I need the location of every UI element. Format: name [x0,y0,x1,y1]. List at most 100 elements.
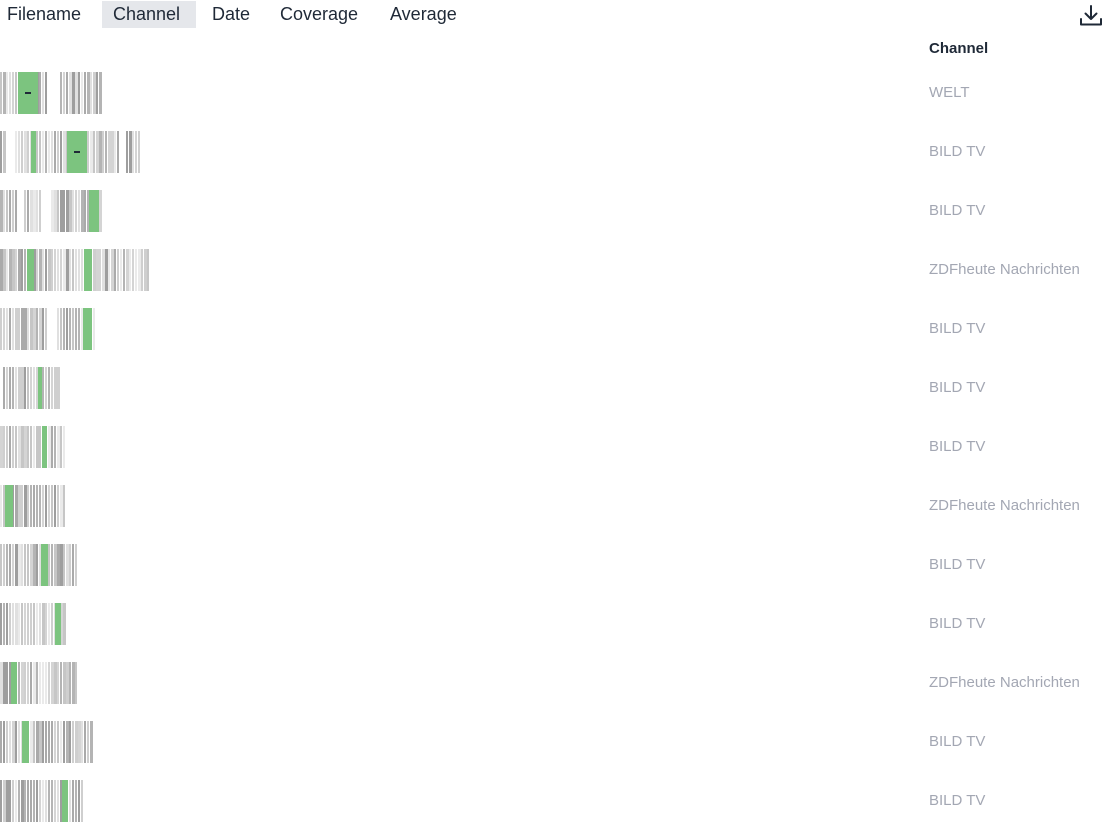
frame-stripe [0,485,2,527]
frame-stripe [111,131,114,173]
frame-stripe [129,249,131,291]
highlight-segment [31,131,36,173]
frame-stripe [90,721,93,763]
frame-stripe [75,249,77,291]
highlight-segment [5,485,13,527]
frame-stripe [78,190,80,232]
frame-stripe [24,426,27,468]
coverage-strip [0,662,77,704]
frame-stripe [39,780,41,822]
frame-stripe [21,426,24,468]
frame-stripe [9,367,11,409]
frame-stripe [15,426,17,468]
frame-stripe [48,780,50,822]
frame-stripe [15,308,18,350]
frame-stripe [75,308,77,350]
table-row[interactable]: BILD TV [0,426,1105,468]
frame-stripe [66,72,68,114]
frame-stripe [6,426,8,468]
frame-stripe [18,485,21,527]
frame-stripe [60,485,63,527]
frame-stripe [9,308,11,350]
frame-stripe [36,662,38,704]
frame-stripe [24,190,26,232]
frame-stripe [57,721,59,763]
tab-date[interactable]: Date [201,1,261,28]
frame-stripe [96,131,99,173]
table-row[interactable]: WELT [0,72,1105,114]
frame-stripe [15,485,18,527]
tab-channel[interactable]: Channel [102,1,196,28]
table-row[interactable]: BILD TV [0,190,1105,232]
frame-stripe [54,721,56,763]
frame-stripe [27,131,29,173]
frame-stripe [18,721,20,763]
frame-stripe [105,131,107,173]
frame-stripe [18,426,21,468]
frame-stripe [18,131,20,173]
frame-stripe [12,780,14,822]
frame-stripe [6,662,8,704]
tab-coverage[interactable]: Coverage [269,1,369,28]
table-row[interactable]: BILD TV [0,544,1105,586]
table-row[interactable]: ZDFheute Nachrichten [0,662,1105,704]
frame-stripe [99,249,101,291]
frame-stripe [12,190,14,232]
frame-stripe [18,544,21,586]
frame-stripe [39,485,41,527]
channel-cell: BILD TV [929,379,986,396]
frame-stripe [54,485,56,527]
coverage-strip [3,367,60,409]
frame-stripe [39,72,41,114]
table-row[interactable]: BILD TV [0,308,1105,350]
frame-stripe [12,367,14,409]
frame-stripe [21,662,24,704]
coverage-strip [0,190,102,232]
frame-stripe [12,603,14,645]
frame-stripe [81,249,83,291]
channel-column-header: Channel [929,40,989,57]
frame-stripe [69,662,71,704]
frame-stripe [15,249,17,291]
tab-average[interactable]: Average [379,1,468,28]
table-row[interactable]: ZDFheute Nachrichten [0,249,1105,291]
tab-filename[interactable]: Filename [0,1,92,28]
frame-stripe [51,544,53,586]
frame-stripe [69,721,71,763]
table-row[interactable]: BILD TV [0,721,1105,763]
frame-stripe [54,249,56,291]
frame-stripe [45,308,47,350]
frame-stripe [0,721,2,763]
frame-stripe [60,190,63,232]
frame-stripe [21,249,23,291]
download-button[interactable] [1078,3,1104,29]
frame-stripe [57,485,59,527]
frame-stripe [3,721,5,763]
frame-stripe [48,544,50,586]
frame-stripe [51,367,53,409]
frame-stripe [33,190,36,232]
frame-stripe [63,249,66,291]
frame-stripe [72,308,74,350]
table-row[interactable]: ZDFheute Nachrichten [0,485,1105,527]
frame-stripe [15,780,17,822]
frame-stripe [51,190,54,232]
frame-stripe [18,780,20,822]
frame-stripe [66,190,69,232]
table-row[interactable]: BILD TV [0,780,1105,822]
frame-stripe [84,721,86,763]
table-row[interactable]: BILD TV [0,367,1105,409]
coverage-strip [0,544,77,586]
frame-stripe [27,780,29,822]
frame-stripe [81,190,84,232]
frame-stripe [42,603,45,645]
frame-stripe [36,485,38,527]
frame-stripe [0,780,2,822]
frame-stripe [36,603,38,645]
frame-stripe [60,544,63,586]
table-row[interactable]: BILD TV [0,131,1105,173]
frame-stripe [27,190,29,232]
frame-stripe [72,249,74,291]
table-row[interactable]: BILD TV [0,603,1105,645]
frame-stripe [48,426,51,468]
